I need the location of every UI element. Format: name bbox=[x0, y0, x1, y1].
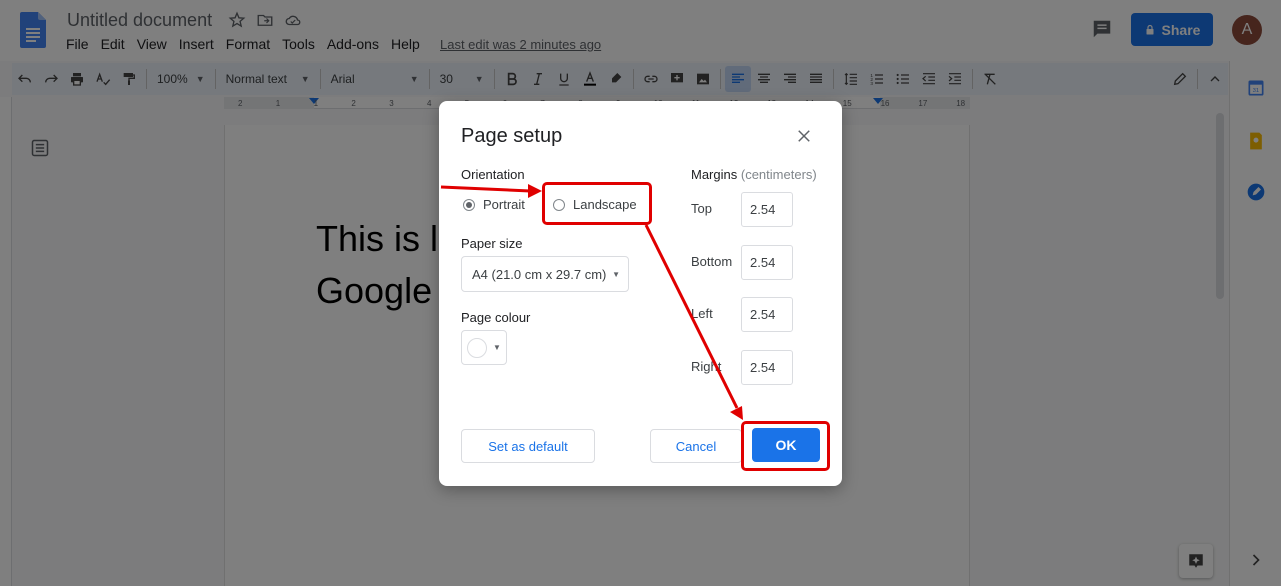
annotation-arrows bbox=[440, 184, 743, 420]
arrow-to-ok bbox=[644, 224, 743, 420]
arrow-to-landscape bbox=[440, 184, 542, 198]
